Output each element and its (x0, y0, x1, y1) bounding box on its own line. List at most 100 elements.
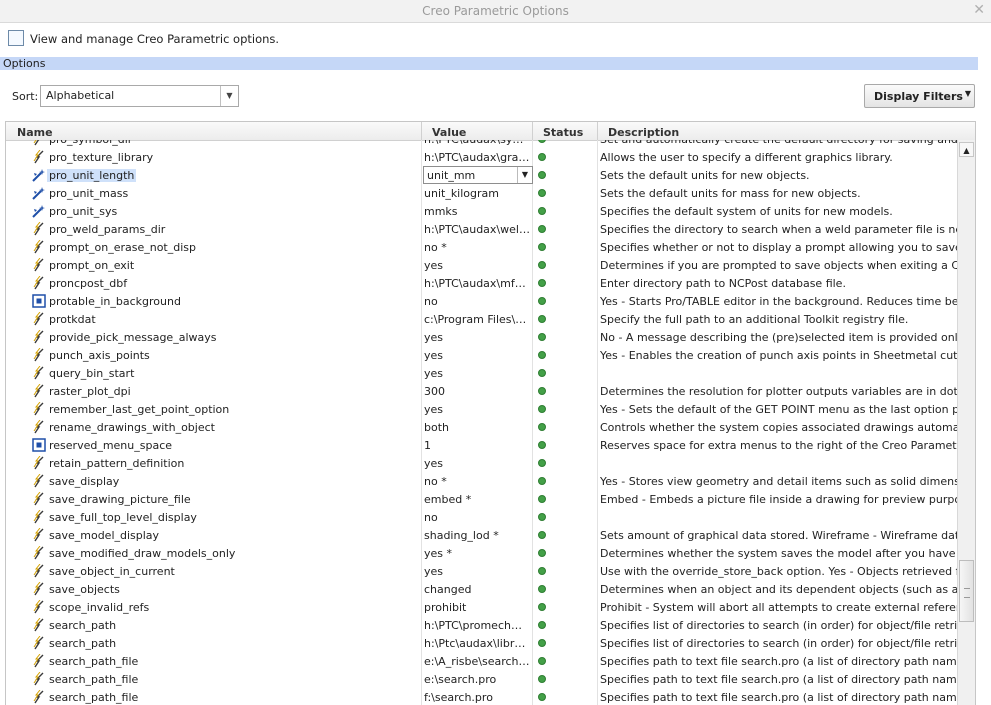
table-row[interactable]: save_model_display shading_lod * Sets amou… (6, 526, 957, 544)
table-row[interactable]: save_object_in_current yes Use with the ov… (6, 562, 957, 580)
option-value[interactable]: no (424, 511, 532, 524)
option-value[interactable]: 1 (424, 439, 532, 452)
table-row[interactable]: query_bin_start yes (6, 364, 957, 382)
close-icon[interactable]: ✕ (973, 2, 985, 18)
option-value[interactable]: yes * (424, 547, 532, 560)
option-value[interactable]: h:\PTC\audax\weld_... (424, 223, 532, 236)
option-value[interactable]: yes (424, 565, 532, 578)
table-row[interactable]: search_path h:\PTC\promechWild... Specifie… (6, 616, 957, 634)
table-row[interactable]: retain_pattern_definition yes (6, 454, 957, 472)
sort-select[interactable]: Alphabetical ▼ (40, 85, 239, 107)
option-name[interactable]: search_path_file (49, 673, 138, 686)
table-row[interactable]: rename_drawings_with_object both Controls … (6, 418, 957, 436)
option-name[interactable]: pro_unit_mass (49, 187, 128, 200)
option-value[interactable]: c:\Program Files\efx... (424, 313, 532, 326)
option-name[interactable]: pro_symbol_dir (49, 140, 132, 146)
table-row[interactable]: prompt_on_erase_not_disp no * Specifies wh… (6, 238, 957, 256)
option-value[interactable]: h:\PTC\promechWild... (424, 619, 532, 632)
column-divider[interactable] (597, 122, 598, 140)
table-row[interactable]: reserved_menu_space 1 Reserves space for e… (6, 436, 957, 454)
table-row[interactable]: prompt_on_exit yes Determines if you are p… (6, 256, 957, 274)
option-value[interactable]: shading_lod * (424, 529, 532, 542)
option-value[interactable]: both (424, 421, 532, 434)
table-row[interactable]: search_path_file e:\A_risbe\search.pro Spe… (6, 652, 957, 670)
table-row[interactable]: pro_texture_library h:\PTC\audax\graphi..… (6, 148, 957, 166)
option-value[interactable]: embed * (424, 493, 532, 506)
scroll-up-icon[interactable]: ▲ (959, 142, 974, 157)
table-row[interactable]: remember_last_get_point_option yes Yes - S… (6, 400, 957, 418)
option-name[interactable]: provide_pick_message_always (49, 331, 216, 344)
option-value[interactable]: e:\A_risbe\search.pro (424, 655, 532, 668)
option-name[interactable]: query_bin_start (49, 367, 134, 380)
chevron-down-icon[interactable]: ▼ (220, 86, 238, 106)
option-name[interactable]: search_path (49, 619, 116, 632)
column-header-status[interactable]: Status (543, 126, 583, 139)
table-row[interactable]: pro_symbol_dir h:\PTC\audax\symbo... Set a… (6, 140, 957, 148)
table-row[interactable]: protable_in_background no Yes - Starts Pro… (6, 292, 957, 310)
table-row[interactable]: proncpost_dbf h:\PTC\audax\mfg_s... Enter … (6, 274, 957, 292)
option-name[interactable]: search_path (49, 637, 116, 650)
table-row[interactable]: save_modified_draw_models_only yes * Deter… (6, 544, 957, 562)
table-row[interactable]: save_objects changed Determines when an ob… (6, 580, 957, 598)
option-name[interactable]: save_modified_draw_models_only (49, 547, 235, 560)
option-name[interactable]: save_display (49, 475, 119, 488)
option-value[interactable]: yes (424, 259, 532, 272)
table-row[interactable]: provide_pick_message_always yes No - A mes… (6, 328, 957, 346)
option-name[interactable]: save_model_display (49, 529, 159, 542)
option-value[interactable]: unit_kilogram (424, 187, 532, 200)
option-value[interactable]: prohibit (424, 601, 532, 614)
value-dropdown[interactable]: unit_mm ▼ (423, 166, 533, 184)
chevron-down-icon[interactable]: ▼ (517, 167, 532, 183)
table-row[interactable]: save_drawing_picture_file embed * Embed - … (6, 490, 957, 508)
option-name[interactable]: remember_last_get_point_option (49, 403, 229, 416)
table-row[interactable]: save_full_top_level_display no (6, 508, 957, 526)
option-name[interactable]: prompt_on_exit (49, 259, 134, 272)
option-value[interactable]: h:\PTC\audax\mfg_s... (424, 277, 532, 290)
option-value[interactable]: no (424, 295, 532, 308)
option-name[interactable]: pro_unit_length (47, 169, 137, 182)
option-value[interactable]: yes (424, 349, 532, 362)
option-name[interactable]: retain_pattern_definition (49, 457, 184, 470)
option-name[interactable]: reserved_menu_space (49, 439, 172, 452)
vertical-scrollbar[interactable]: ▲ (957, 140, 975, 705)
option-name[interactable]: punch_axis_points (49, 349, 150, 362)
option-name[interactable]: save_drawing_picture_file (49, 493, 191, 506)
option-name[interactable]: protable_in_background (49, 295, 181, 308)
table-row[interactable]: pro_weld_params_dir h:\PTC\audax\weld_...… (6, 220, 957, 238)
option-name[interactable]: pro_unit_sys (49, 205, 117, 218)
column-header-name[interactable]: Name (17, 126, 53, 139)
option-value[interactable]: no * (424, 241, 532, 254)
option-name[interactable]: protkdat (49, 313, 96, 326)
column-header-description[interactable]: Description (608, 126, 679, 139)
option-name[interactable]: scope_invalid_refs (49, 601, 149, 614)
table-row[interactable]: search_path h:\Ptc\audax\library_... Speci… (6, 634, 957, 652)
table-row[interactable]: pro_unit_length unit_mm ▼ Sets the default … (6, 166, 957, 184)
option-value[interactable]: mmks (424, 205, 532, 218)
option-name[interactable]: proncpost_dbf (49, 277, 127, 290)
option-name[interactable]: save_full_top_level_display (49, 511, 197, 524)
option-value[interactable]: changed (424, 583, 532, 596)
option-value[interactable]: yes (424, 331, 532, 344)
column-divider[interactable] (532, 122, 533, 140)
option-value[interactable]: yes (424, 403, 532, 416)
table-row[interactable]: scope_invalid_refs prohibit Prohibit - Sys… (6, 598, 957, 616)
option-value[interactable]: f:\search.pro (424, 691, 532, 704)
table-row[interactable]: punch_axis_points yes Yes - Enables the cr… (6, 346, 957, 364)
option-value[interactable]: no * (424, 475, 532, 488)
option-name[interactable]: pro_weld_params_dir (49, 223, 165, 236)
table-row[interactable]: search_path_file e:\search.pro Specifies p… (6, 670, 957, 688)
option-name[interactable]: raster_plot_dpi (49, 385, 131, 398)
option-name[interactable]: rename_drawings_with_object (49, 421, 215, 434)
option-value[interactable]: e:\search.pro (424, 673, 532, 686)
option-value[interactable]: h:\PTC\audax\symbo... (424, 140, 532, 146)
table-row[interactable]: pro_unit_mass unit_kilogram Sets the defau… (6, 184, 957, 202)
option-value[interactable]: 300 (424, 385, 532, 398)
column-header-value[interactable]: Value (432, 126, 466, 139)
option-name[interactable]: save_object_in_current (49, 565, 175, 578)
option-name[interactable]: pro_texture_library (49, 151, 153, 164)
table-row[interactable]: save_display no * Yes - Stores view geomet… (6, 472, 957, 490)
option-name[interactable]: save_objects (49, 583, 120, 596)
option-value[interactable]: yes (424, 367, 532, 380)
scrollbar-thumb[interactable] (959, 560, 974, 622)
option-value[interactable]: yes (424, 457, 532, 470)
